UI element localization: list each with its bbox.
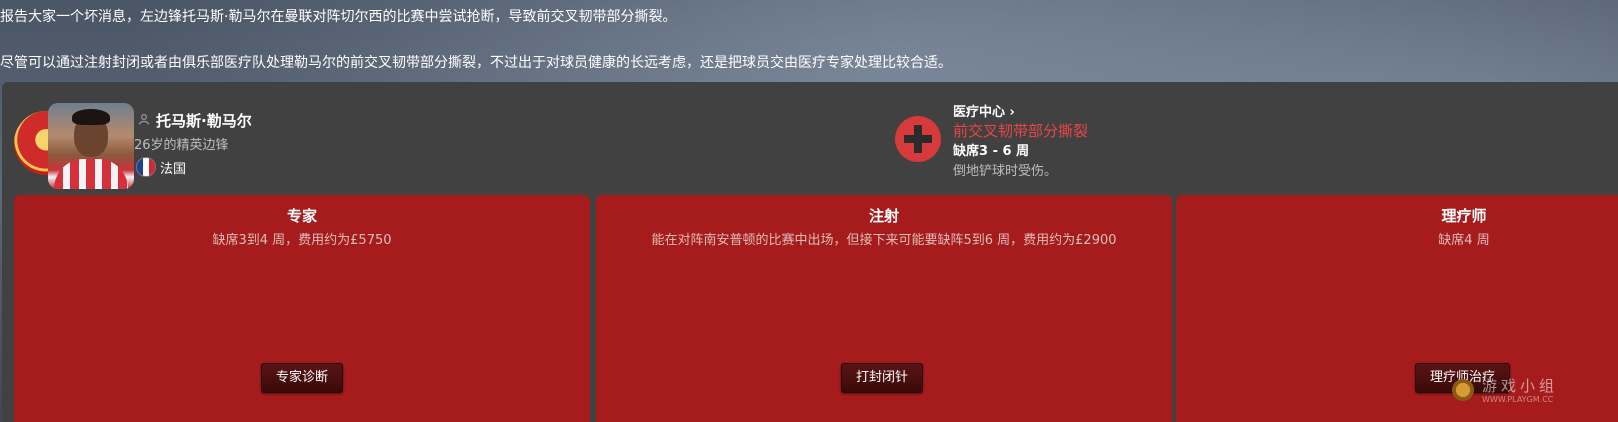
news-message-line-1: 报告大家一个坏消息，左边锋托马斯·勒马尔在曼联对阵切尔西的比赛中尝试抢断，导致前… — [0, 9, 677, 25]
news-message-line-2: 尽管可以通过注射封闭或者由俱乐部医疗队处理勒马尔的前交叉韧带部分撕裂，不过出于对… — [0, 55, 952, 71]
option-description: 缺席4 周 — [1438, 233, 1490, 248]
person-icon — [138, 113, 150, 125]
medical-center-link[interactable]: 医疗中心 › — [953, 101, 1015, 120]
injection-button[interactable]: 打封闭针 — [841, 363, 924, 393]
site-watermark: 游戏小组 WWW.PLAYGM.CC — [1452, 375, 1612, 415]
injury-cause: 倒地铲球时受伤。 — [953, 164, 1058, 179]
option-title: 理疗师 — [1441, 207, 1487, 225]
option-description: 能在对阵南安普顿的比赛中出场，但接下来可能要缺阵5到6 周，费用约为£2900 — [651, 233, 1117, 248]
watermark-logo-icon — [1452, 379, 1474, 401]
watermark-text: 游戏小组 — [1482, 377, 1559, 395]
injury-absence: 缺席3 - 6 周 — [953, 144, 1030, 159]
specialist-diagnosis-button[interactable]: 专家诊断 — [261, 363, 344, 393]
option-card-injection[interactable]: 注射 能在对阵南安普顿的比赛中出场，但接下来可能要缺阵5到6 周，费用约为£29… — [596, 195, 1172, 422]
option-description: 缺席3到4 周，费用约为£5750 — [212, 233, 392, 248]
player-photo — [48, 103, 134, 189]
option-title: 注射 — [868, 207, 899, 225]
medical-cross-icon — [895, 116, 941, 162]
option-card-specialist[interactable]: 专家 缺席3到4 周，费用约为£5750 专家诊断 — [14, 195, 590, 422]
injury-name: 前交叉韧带部分撕裂 — [953, 122, 1089, 140]
player-description: 26岁的精英边锋 — [134, 138, 229, 153]
option-title: 专家 — [286, 207, 317, 225]
player-avatar[interactable] — [14, 103, 134, 189]
player-name[interactable]: 托马斯·勒马尔 — [156, 110, 252, 131]
player-nationality: 法国 — [160, 162, 187, 177]
watermark-url: WWW.PLAYGM.CC — [1482, 395, 1554, 404]
france-flag-icon — [136, 157, 156, 177]
